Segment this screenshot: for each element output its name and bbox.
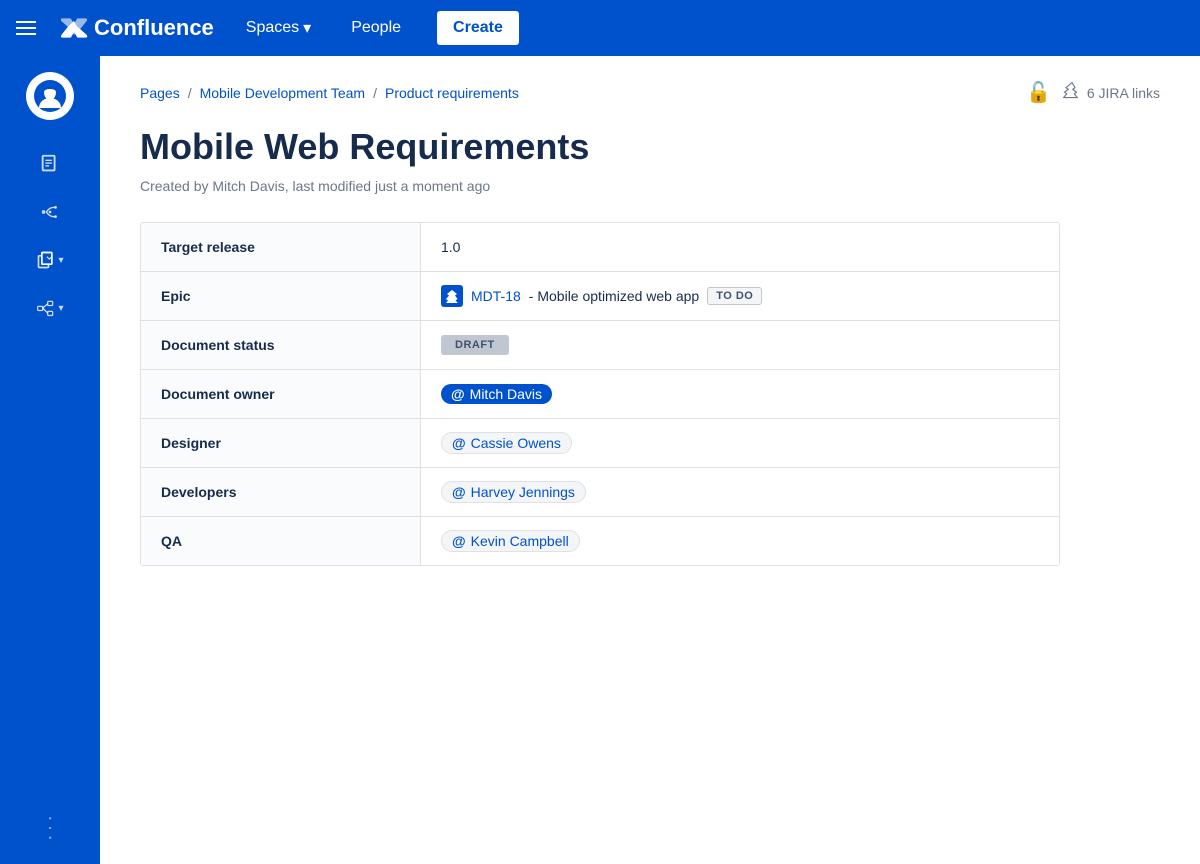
breadcrumb-product-req[interactable]: Product requirements [385, 85, 519, 101]
breadcrumb-pages[interactable]: Pages [140, 85, 180, 101]
chevron-down-icon: ▾ [58, 303, 63, 314]
spaces-button[interactable]: Spaces ▾ [238, 12, 319, 44]
table-row: Document owner @ Mitch Davis [141, 370, 1059, 419]
value-qa[interactable]: @ Kevin Campbell [421, 517, 1059, 565]
epic-link[interactable]: MDT-18 - Mobile optimized web app TO DO [441, 285, 762, 307]
create-button[interactable]: Create [437, 11, 519, 45]
table-row: QA @ Kevin Campbell [141, 517, 1059, 565]
mention-cassie-owens[interactable]: @ Cassie Owens [441, 432, 572, 454]
chevron-right-icon: ▾ [58, 255, 63, 266]
breadcrumb-actions: 🔓 6 JIRA links [1026, 80, 1160, 105]
mention-name: Cassie Owens [471, 435, 561, 451]
copy-icon[interactable]: ▾ [30, 240, 70, 280]
value-epic: MDT-18 - Mobile optimized web app TO DO [421, 272, 1059, 320]
label-document-status: Document status [141, 321, 421, 369]
jira-ticket-icon [441, 285, 463, 307]
label-qa: QA [141, 517, 421, 565]
value-document-owner[interactable]: @ Mitch Davis [421, 370, 1059, 418]
table-row: Target release 1.0 [141, 223, 1059, 272]
sidebar: ▾ ▾ ··· [0, 56, 100, 864]
label-designer: Designer [141, 419, 421, 467]
pages-icon[interactable] [30, 144, 70, 184]
at-sign: @ [452, 484, 466, 500]
label-document-owner: Document owner [141, 370, 421, 418]
top-navigation: Confluence Spaces ▾ People Create [0, 0, 1200, 56]
mention-kevin-campbell[interactable]: @ Kevin Campbell [441, 530, 580, 552]
value-target-release[interactable]: 1.0 [421, 223, 1059, 271]
breadcrumb-separator-1: / [188, 85, 192, 101]
blog-icon[interactable] [30, 192, 70, 232]
table-row: Epic MDT-18 - Mobile optimized web app T… [141, 272, 1059, 321]
page-layout: ▾ ▾ ··· Pages / Mobile Development Team … [0, 56, 1200, 864]
breadcrumb: Pages / Mobile Development Team / Produc… [140, 80, 1160, 105]
label-developers: Developers [141, 468, 421, 516]
info-table: Target release 1.0 Epic MDT-18 - Mobile … [140, 222, 1060, 566]
jira-links-count: 6 JIRA links [1087, 85, 1160, 101]
main-content: Pages / Mobile Development Team / Produc… [100, 56, 1200, 864]
at-sign: @ [452, 533, 466, 549]
draft-badge: DRAFT [441, 335, 509, 355]
tree-icon[interactable]: ▾ [30, 288, 70, 328]
mention-name: Mitch Davis [470, 386, 542, 402]
mention-name: Kevin Campbell [471, 533, 569, 549]
todo-badge: TO DO [707, 287, 762, 305]
jira-icon [1063, 81, 1081, 104]
label-epic: Epic [141, 272, 421, 320]
jira-ticket-id[interactable]: MDT-18 [471, 288, 521, 304]
value-developers[interactable]: @ Harvey Jennings [421, 468, 1059, 516]
breadcrumb-team[interactable]: Mobile Development Team [200, 85, 366, 101]
value-designer[interactable]: @ Cassie Owens [421, 419, 1059, 467]
confluence-logo[interactable]: Confluence [60, 14, 214, 42]
mention-harvey-jennings[interactable]: @ Harvey Jennings [441, 481, 586, 503]
breadcrumb-separator-2: / [373, 85, 377, 101]
lock-icon[interactable]: 🔓 [1026, 80, 1051, 105]
at-sign: @ [452, 435, 466, 451]
label-target-release: Target release [141, 223, 421, 271]
mention-mitch-davis[interactable]: @ Mitch Davis [441, 384, 552, 404]
value-document-status[interactable]: DRAFT [421, 321, 1059, 369]
page-meta: Created by Mitch Davis, last modified ju… [140, 178, 1160, 194]
table-row: Developers @ Harvey Jennings [141, 468, 1059, 517]
user-avatar[interactable] [26, 72, 74, 120]
jira-ticket-description: - Mobile optimized web app [529, 288, 699, 304]
people-button[interactable]: People [343, 13, 409, 43]
table-row: Designer @ Cassie Owens [141, 419, 1059, 468]
chevron-down-icon: ▾ [303, 18, 311, 38]
table-row: Document status DRAFT [141, 321, 1059, 370]
hamburger-menu[interactable] [16, 21, 36, 35]
mention-name: Harvey Jennings [471, 484, 575, 500]
jira-links-button[interactable]: 6 JIRA links [1063, 81, 1160, 104]
page-title: Mobile Web Requirements [140, 125, 1160, 168]
more-options[interactable]: ··· [39, 815, 62, 844]
at-sign: @ [451, 386, 465, 402]
